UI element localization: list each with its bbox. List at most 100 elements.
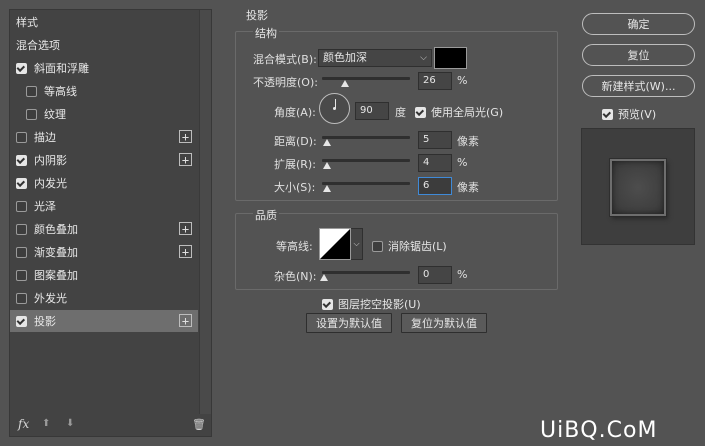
style-item[interactable]: 斜面和浮雕 [10, 57, 198, 79]
size-input[interactable]: 6 [418, 177, 452, 195]
shadow-color-swatch[interactable] [434, 47, 467, 69]
add-effect-icon[interactable]: + [179, 245, 192, 258]
opacity-slider-track[interactable] [322, 77, 410, 80]
size-slider-thumb[interactable] [323, 185, 331, 192]
fx-button[interactable]: fx [18, 417, 29, 431]
style-item[interactable]: 描边 + [10, 126, 198, 148]
angle-label: 角度(A): [274, 106, 316, 119]
distance-label: 距离(D): [274, 135, 317, 148]
style-item-checkbox[interactable] [26, 108, 37, 120]
contour-curve-icon [320, 229, 350, 259]
watermark: UiBQ.CoM [540, 418, 658, 443]
chevron-down-icon: ⌵ [353, 239, 360, 248]
style-item[interactable]: 投影 + [10, 310, 198, 332]
style-item-label: 斜面和浮雕 [34, 62, 89, 75]
anti-alias-check-icon[interactable] [372, 240, 383, 252]
style-item-checkbox[interactable] [16, 315, 27, 327]
preview-thumbnail [610, 159, 666, 216]
style-item-checkbox[interactable] [16, 131, 27, 143]
make-default-button[interactable]: 设置为默认值 [306, 313, 392, 333]
noise-slider-track[interactable] [322, 271, 410, 274]
add-effect-icon[interactable]: + [179, 314, 192, 327]
angle-hub [333, 107, 336, 110]
style-item[interactable]: 渐变叠加 + [10, 241, 198, 263]
spread-slider-thumb[interactable] [323, 162, 331, 169]
style-item-label: 内阴影 [34, 154, 67, 167]
preview-checkbox[interactable]: 预览(V) [602, 106, 656, 122]
style-item-checkbox[interactable] [16, 269, 27, 281]
contour-preview[interactable] [319, 228, 351, 260]
style-item[interactable]: 图案叠加 [10, 264, 198, 286]
blend-mode-label: 混合模式(B): [253, 53, 317, 66]
style-item[interactable]: 样式 [10, 11, 198, 33]
size-label: 大小(S): [274, 181, 316, 194]
spread-slider-track[interactable] [322, 159, 410, 162]
opacity-label: 不透明度(O): [253, 76, 318, 89]
style-item-label: 颜色叠加 [34, 223, 78, 236]
move-down-icon[interactable]: ⬇ [66, 418, 74, 429]
style-item-checkbox[interactable] [16, 200, 27, 212]
reset-default-button[interactable]: 复位为默认值 [401, 313, 487, 333]
style-item-checkbox[interactable] [16, 223, 27, 235]
noise-slider-thumb[interactable] [320, 274, 328, 281]
style-item-checkbox[interactable] [16, 246, 27, 258]
style-item[interactable]: 纹理 [10, 103, 198, 125]
reset-button[interactable]: 复位 [582, 44, 695, 66]
blend-mode-value: 颜色加深 [323, 51, 367, 64]
spread-label: 扩展(R): [274, 158, 316, 171]
style-item-checkbox[interactable] [26, 85, 37, 97]
ok-button[interactable]: 确定 [582, 13, 695, 35]
global-light-checkbox[interactable]: 使用全局光(G) [415, 104, 503, 120]
style-item[interactable]: 外发光 [10, 287, 198, 309]
angle-unit: 度 [395, 106, 406, 119]
angle-dial[interactable] [319, 93, 350, 124]
style-item-checkbox[interactable] [16, 62, 27, 74]
knockout-label: 图层挖空投影(U) [338, 298, 421, 311]
preview-label: 预览(V) [618, 108, 657, 121]
style-item-checkbox[interactable] [16, 177, 27, 189]
style-item[interactable]: 混合选项 [10, 34, 198, 56]
anti-alias-checkbox[interactable]: 消除锯齿(L) [372, 238, 447, 254]
style-item-label: 等高线 [44, 85, 77, 98]
style-item-label: 样式 [16, 16, 38, 29]
global-light-label: 使用全局光(G) [431, 106, 504, 119]
contour-dropdown[interactable]: ⌵ [351, 228, 363, 260]
style-item-checkbox[interactable] [16, 292, 27, 304]
trash-icon[interactable]: 🗑 [192, 418, 206, 431]
global-light-check-icon[interactable] [415, 106, 426, 118]
size-slider-track[interactable] [322, 182, 410, 185]
styles-panel: 样式混合选项斜面和浮雕等高线纹理 描边 + 内阴影 + 内发光 光泽颜色叠加 + 渐变叠加 + 图案… [9, 9, 212, 437]
new-style-button[interactable]: 新建样式(W)... [582, 75, 695, 97]
distance-slider-thumb[interactable] [323, 139, 331, 146]
style-item-label: 投影 [34, 315, 56, 328]
style-item[interactable]: 等高线 [10, 80, 198, 102]
move-up-icon[interactable]: ⬆ [42, 418, 50, 429]
opacity-input[interactable]: 26 [418, 72, 452, 90]
noise-unit: % [457, 268, 468, 281]
distance-slider-track[interactable] [322, 136, 410, 139]
knockout-check-icon[interactable] [322, 298, 333, 310]
style-item[interactable]: 内阴影 + [10, 149, 198, 171]
style-item[interactable]: 颜色叠加 + [10, 218, 198, 240]
style-item[interactable]: 内发光 [10, 172, 198, 194]
knockout-checkbox[interactable]: 图层挖空投影(U) [322, 296, 421, 312]
style-item-checkbox[interactable] [16, 154, 27, 166]
contour-label: 等高线: [276, 240, 313, 253]
opacity-unit: % [457, 74, 468, 87]
quality-title: 品质 [253, 207, 279, 223]
angle-input[interactable]: 90 [355, 102, 389, 120]
style-item-label: 渐变叠加 [34, 246, 78, 259]
preview-check-icon[interactable] [602, 108, 613, 120]
add-effect-icon[interactable]: + [179, 153, 192, 166]
opacity-slider-thumb[interactable] [340, 80, 349, 87]
style-item[interactable]: 光泽 [10, 195, 198, 217]
style-item-label: 外发光 [34, 292, 67, 305]
add-effect-icon[interactable]: + [179, 130, 192, 143]
styles-scrollbar[interactable] [199, 10, 211, 414]
blend-mode-select[interactable]: 颜色加深 ⌵ [318, 49, 432, 67]
distance-unit: 像素 [457, 135, 479, 148]
noise-input[interactable]: 0 [418, 266, 452, 284]
spread-input[interactable]: 4 [418, 154, 452, 172]
distance-input[interactable]: 5 [418, 131, 452, 149]
add-effect-icon[interactable]: + [179, 222, 192, 235]
